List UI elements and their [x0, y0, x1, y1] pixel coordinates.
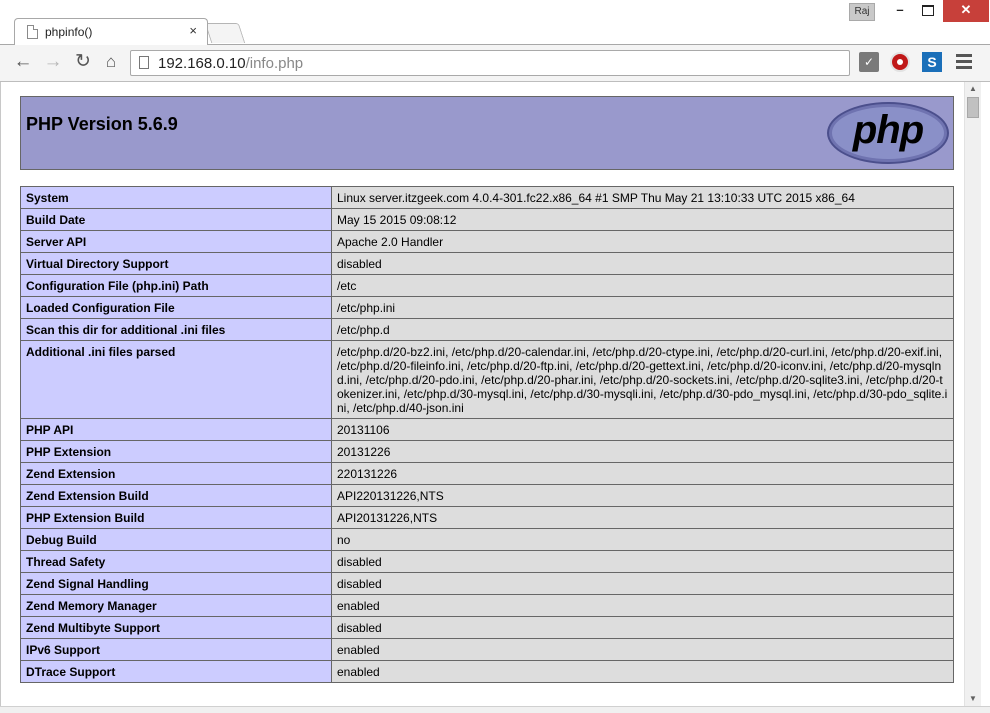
- table-row: Build Date May 15 2015 09:08:12: [20, 208, 954, 231]
- row-value: /etc: [331, 274, 954, 297]
- row-key: Zend Multibyte Support: [20, 616, 332, 639]
- browser-toolbar: ← → ↻ ⌂ 192.168.0.10/info.php ✓ S: [0, 44, 990, 82]
- row-key: PHP API: [20, 418, 332, 441]
- row-key: Server API: [20, 230, 332, 253]
- forward-button[interactable]: →: [42, 51, 64, 73]
- table-row: Server API Apache 2.0 Handler: [20, 230, 954, 253]
- close-window-button[interactable]: ✕: [943, 0, 989, 22]
- row-key: System: [20, 186, 332, 209]
- home-button[interactable]: ⌂: [100, 51, 122, 73]
- page-title: PHP Version 5.6.9: [26, 114, 178, 134]
- row-key: Build Date: [20, 208, 332, 231]
- page-viewport: PHP Version 5.6.9 php System Linux server…: [0, 82, 964, 713]
- extension-check-icon[interactable]: ✓: [859, 52, 879, 72]
- row-value: May 15 2015 09:08:12: [331, 208, 954, 231]
- table-row: Scan this dir for additional .ini files /…: [20, 318, 954, 341]
- extension-s-icon[interactable]: S: [922, 52, 942, 72]
- row-value: no: [331, 528, 954, 551]
- table-row: Zend Extension 220131226: [20, 462, 954, 485]
- row-value: 20131106: [331, 418, 954, 441]
- address-bar[interactable]: 192.168.0.10/info.php: [130, 50, 850, 76]
- row-key: Zend Memory Manager: [20, 594, 332, 617]
- row-value: /etc/php.d/20-bz2.ini, /etc/php.d/20-cal…: [331, 340, 954, 419]
- maximize-button[interactable]: [914, 0, 942, 22]
- menu-icon[interactable]: [956, 54, 972, 70]
- php-logo-text: php: [852, 108, 924, 152]
- row-value: disabled: [331, 616, 954, 639]
- page-icon: [27, 25, 38, 39]
- row-key: Configuration File (php.ini) Path: [20, 274, 332, 297]
- row-value: disabled: [331, 252, 954, 275]
- tab-title: phpinfo(): [45, 25, 93, 39]
- window-titlebar: phpinfo() × Raj – ✕: [0, 0, 990, 45]
- row-key: Zend Extension: [20, 462, 332, 485]
- table-row: Virtual Directory Support disabled: [20, 252, 954, 275]
- minimize-button[interactable]: –: [886, 0, 914, 22]
- table-row: Zend Multibyte Support disabled: [20, 616, 954, 639]
- scroll-up-arrow-icon[interactable]: ▲: [965, 82, 981, 96]
- row-value: /etc/php.ini: [331, 296, 954, 319]
- row-value: Linux server.itzgeek.com 4.0.4-301.fc22.…: [331, 186, 954, 209]
- maximize-icon: [922, 5, 934, 17]
- new-tab-button[interactable]: [204, 23, 246, 43]
- row-value: enabled: [331, 660, 954, 683]
- row-key: Thread Safety: [20, 550, 332, 573]
- table-row: Loaded Configuration File/etc/php.ini: [20, 296, 954, 319]
- row-value: disabled: [331, 572, 954, 595]
- url-path: /info.php: [245, 55, 304, 72]
- table-row: PHP Extension 20131226: [20, 440, 954, 463]
- row-key: Scan this dir for additional .ini files: [20, 318, 332, 341]
- row-key: DTrace Support: [20, 660, 332, 683]
- window-bottom-border: [0, 706, 990, 713]
- reload-button[interactable]: ↻: [72, 51, 94, 73]
- table-row: Zend Memory Manager enabled: [20, 594, 954, 617]
- row-key: Virtual Directory Support: [20, 252, 332, 275]
- row-key: Zend Extension Build: [20, 484, 332, 507]
- row-key: Loaded Configuration File: [20, 296, 332, 319]
- close-tab-icon[interactable]: ×: [189, 23, 197, 38]
- tab-phpinfo[interactable]: phpinfo() ×: [14, 18, 208, 45]
- row-value: disabled: [331, 550, 954, 573]
- row-key: Additional .ini files parsed: [20, 340, 332, 419]
- row-key: PHP Extension: [20, 440, 332, 463]
- scroll-down-arrow-icon[interactable]: ▼: [965, 692, 981, 706]
- row-value: enabled: [331, 638, 954, 661]
- table-row: Debug Build no: [20, 528, 954, 551]
- profile-button[interactable]: Raj: [849, 3, 875, 21]
- row-key: Debug Build: [20, 528, 332, 551]
- table-row: Additional .ini files parsed/etc/php.d/2…: [20, 340, 954, 419]
- window-border: [981, 82, 990, 713]
- page-icon: [139, 56, 149, 69]
- back-button[interactable]: ←: [12, 51, 34, 73]
- scrollbar-thumb[interactable]: [967, 97, 979, 118]
- row-value: API220131226,NTS: [331, 484, 954, 507]
- table-row: System Linux server.itzgeek.com 4.0.4-301…: [20, 186, 954, 209]
- table-row: PHP API 20131106: [20, 418, 954, 441]
- php-logo: php: [827, 102, 949, 164]
- row-value: 220131226: [331, 462, 954, 485]
- table-row: DTrace Support enabled: [20, 660, 954, 683]
- row-key: PHP Extension Build: [20, 506, 332, 529]
- table-row: Zend Signal Handling disabled: [20, 572, 954, 595]
- table-row: IPv6 Support enabled: [20, 638, 954, 661]
- row-value: API20131226,NTS: [331, 506, 954, 529]
- table-row: Zend Extension Build API220131226,NTS: [20, 484, 954, 507]
- row-value: 20131226: [331, 440, 954, 463]
- url-host: 192.168.0.10: [158, 55, 246, 72]
- row-value: /etc/php.d: [331, 318, 954, 341]
- row-value: Apache 2.0 Handler: [331, 230, 954, 253]
- info-table: System Linux server.itzgeek.com 4.0.4-301…: [20, 186, 954, 683]
- table-row: PHP Extension Build API20131226,NTS: [20, 506, 954, 529]
- row-key: Zend Signal Handling: [20, 572, 332, 595]
- php-header: PHP Version 5.6.9 php: [20, 96, 954, 170]
- row-key: IPv6 Support: [20, 638, 332, 661]
- url-text[interactable]: 192.168.0.10/info.php: [158, 55, 303, 72]
- row-value: enabled: [331, 594, 954, 617]
- extension-adblock-icon[interactable]: [890, 52, 910, 72]
- table-row: Thread Safety disabled: [20, 550, 954, 573]
- vertical-scrollbar[interactable]: ▲ ▼: [964, 82, 981, 706]
- table-row: Configuration File (php.ini) Path/etc: [20, 274, 954, 297]
